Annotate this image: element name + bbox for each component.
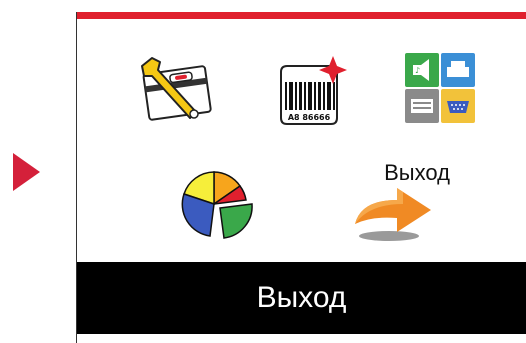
screen-top-accent-bar (77, 12, 526, 19)
menu-item-statistics[interactable] (172, 164, 262, 244)
device-screen: A8 86666 ♪ Выход Выход (76, 12, 526, 343)
svg-text:♪: ♪ (415, 66, 420, 75)
menu-item-interfaces[interactable]: ♪ (397, 47, 487, 127)
exit-arrow-icon (355, 188, 431, 241)
settings-wrench-icon (141, 57, 212, 121)
pie-chart-icon (181, 171, 253, 239)
barcode-label-icon: A8 86666 (280, 56, 347, 125)
hover-label: Выход (384, 160, 450, 185)
menu-item-label-format[interactable]: A8 86666 (267, 52, 357, 132)
selection-pointer-icon (13, 153, 40, 191)
selected-item-title-bar: Выход (77, 262, 526, 334)
barcode-label-text: A8 86666 (288, 113, 331, 122)
page: A8 86666 ♪ Выход Выход (0, 0, 526, 343)
menu-item-settings[interactable] (132, 52, 222, 132)
interfaces-icon: ♪ (405, 53, 475, 123)
selected-item-title: Выход (256, 281, 347, 314)
menu-item-exit[interactable] (347, 174, 437, 254)
